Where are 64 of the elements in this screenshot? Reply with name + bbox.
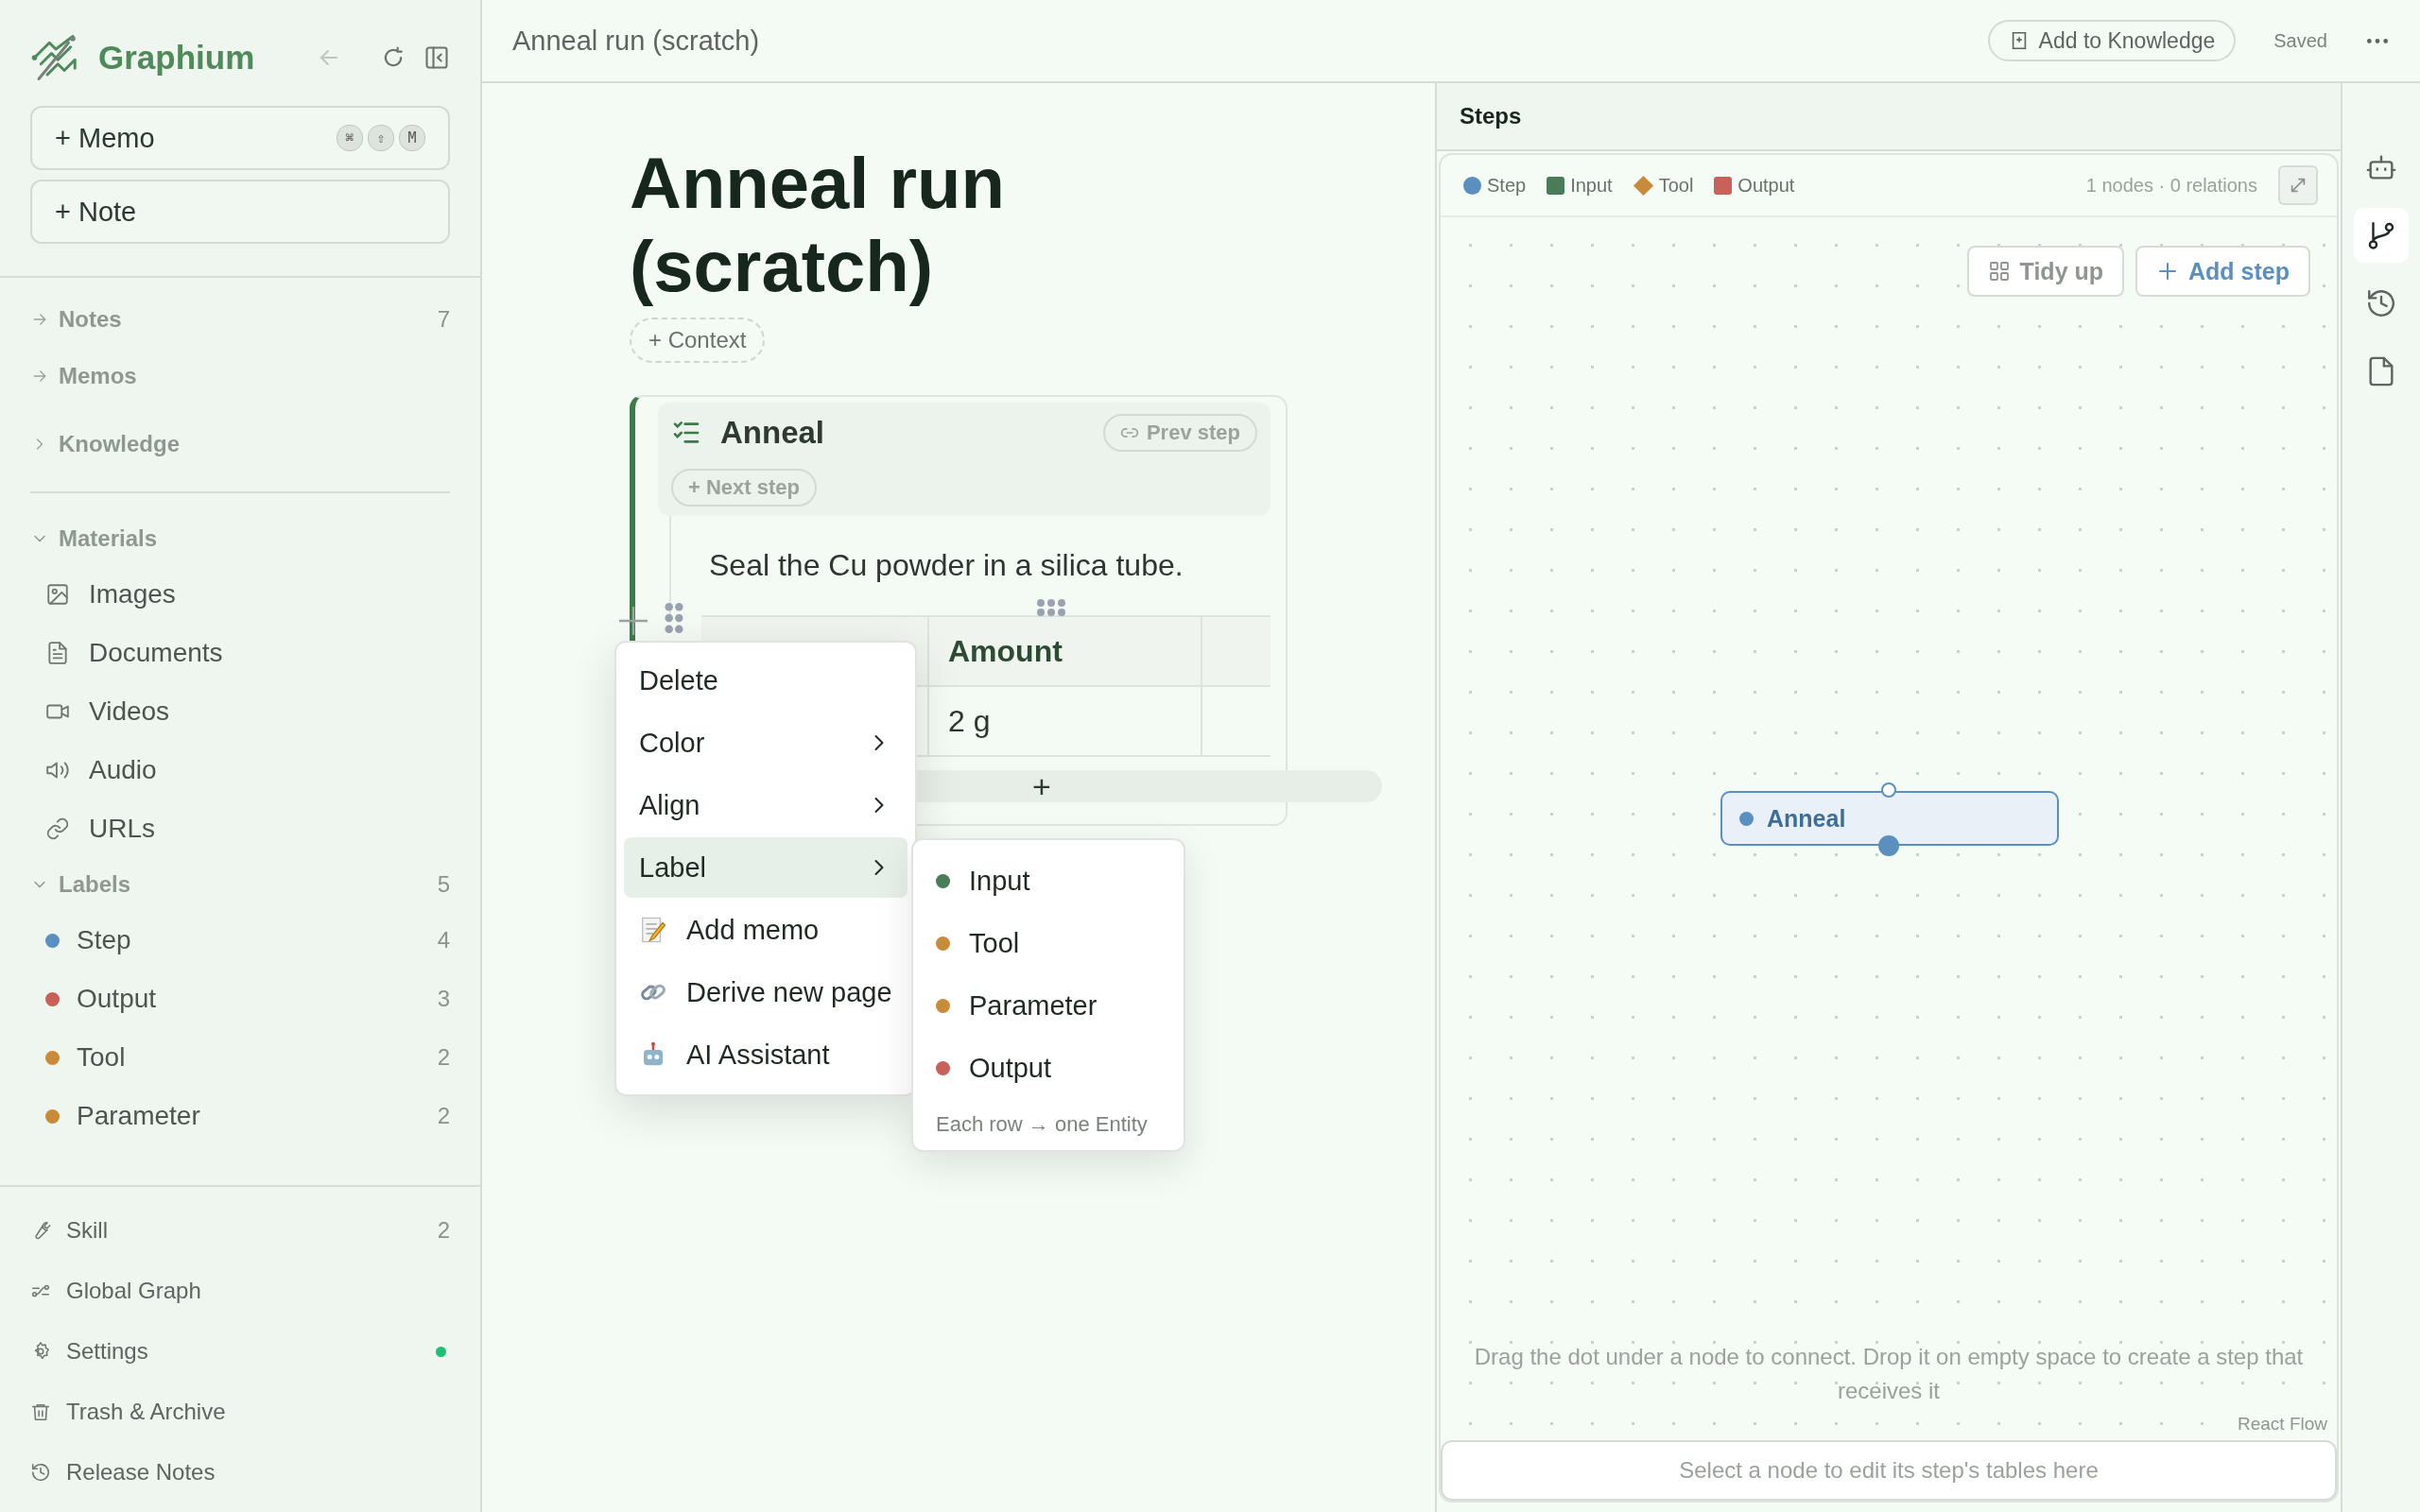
footer-item[interactable]: Skill 2 bbox=[30, 1200, 450, 1261]
menu-item[interactable]: Add memo bbox=[624, 900, 908, 960]
page-title: Anneal run (scratch) bbox=[512, 25, 760, 57]
panel-title: Steps bbox=[1460, 103, 1522, 129]
menu-item[interactable]: Delete bbox=[624, 650, 908, 711]
drag-handle-icon[interactable] bbox=[664, 602, 684, 634]
document-icon bbox=[45, 641, 70, 665]
trash-icon bbox=[30, 1401, 51, 1422]
add-to-knowledge-button[interactable]: Add to Knowledge bbox=[1987, 20, 2237, 61]
canvas-hint: Drag the dot under a node to connect. Drop it on empty space to create a step that receives it bbox=[1473, 1343, 2305, 1405]
sidebar-item[interactable]: Documents bbox=[0, 624, 480, 682]
new-item-button[interactable]: + Memo ⌘ ⇧ M bbox=[30, 106, 450, 170]
menu-item[interactable]: Output bbox=[913, 1037, 1184, 1099]
legend-label: Tool bbox=[1658, 174, 1694, 197]
footer-item[interactable]: Settings bbox=[30, 1321, 450, 1382]
footer-item[interactable]: Release Notes bbox=[30, 1442, 450, 1503]
tag-row[interactable]: Step 4 bbox=[0, 911, 480, 970]
sidebar-item[interactable]: Audio bbox=[0, 741, 480, 799]
menu-item[interactable]: AI Assistant bbox=[624, 1024, 908, 1085]
sidebar-item[interactable]: URLs bbox=[0, 799, 480, 858]
menu-item[interactable]: Color bbox=[624, 713, 908, 773]
footer-item[interactable]: Global Graph bbox=[30, 1261, 450, 1321]
legend-label: Output bbox=[1737, 174, 1795, 197]
link-icon bbox=[45, 816, 70, 841]
footer-item[interactable]: Trash & Archive bbox=[30, 1382, 450, 1442]
menu-item[interactable]: Tool bbox=[913, 912, 1184, 974]
menu-item[interactable]: Parameter bbox=[913, 974, 1184, 1037]
context-button[interactable]: + Context bbox=[630, 318, 766, 363]
image-icon bbox=[45, 582, 70, 607]
new-item-button[interactable]: + Note bbox=[30, 180, 450, 244]
collapse-sidebar-icon[interactable] bbox=[424, 44, 450, 71]
step-title: Anneal bbox=[720, 415, 825, 451]
graph-stats: 1 nodes · 0 relations bbox=[2085, 174, 2257, 197]
shortcut-key: ⌘ bbox=[337, 125, 363, 151]
shortcut-key: M bbox=[399, 125, 425, 151]
flow-tab[interactable] bbox=[2354, 208, 2409, 263]
source-handle[interactable] bbox=[1878, 835, 1899, 856]
document-title: Anneal run (scratch) bbox=[630, 142, 1006, 308]
history-icon bbox=[30, 1462, 51, 1483]
sidebar-item[interactable]: Images bbox=[0, 565, 480, 624]
legend-label: Step bbox=[1487, 174, 1527, 197]
menu-item[interactable]: Derive new page bbox=[624, 962, 908, 1022]
save-status: Saved bbox=[2273, 29, 2327, 52]
menu-item[interactable]: Label bbox=[624, 837, 908, 898]
shortcut-key: ⇧ bbox=[368, 125, 394, 151]
menu-item[interactable]: Input bbox=[913, 850, 1184, 912]
target-handle[interactable] bbox=[1881, 782, 1896, 798]
history-icon bbox=[2365, 287, 2397, 319]
column-handle-icon[interactable] bbox=[1036, 598, 1066, 617]
flow-node[interactable]: Anneal bbox=[1720, 791, 2059, 846]
app-name: Graphium bbox=[98, 39, 255, 77]
submenu-hint: Each row → one Entity bbox=[935, 1111, 1149, 1137]
table-cell: 2 g bbox=[928, 686, 1202, 756]
tag-row[interactable]: Parameter 2 bbox=[0, 1087, 480, 1145]
column-header: Amount bbox=[928, 616, 1202, 686]
grid-icon bbox=[1987, 260, 2011, 283]
more-icon[interactable] bbox=[2365, 36, 2390, 45]
expand-button[interactable] bbox=[2278, 165, 2318, 205]
tag-row[interactable]: Output 3 bbox=[0, 970, 480, 1028]
add-block-icon[interactable] bbox=[616, 604, 650, 638]
memo-icon bbox=[639, 916, 667, 944]
sidebar-item[interactable]: Videos bbox=[0, 682, 480, 741]
legend-label: Input bbox=[1570, 174, 1613, 197]
tag-row[interactable]: Tool 2 bbox=[0, 1028, 480, 1087]
